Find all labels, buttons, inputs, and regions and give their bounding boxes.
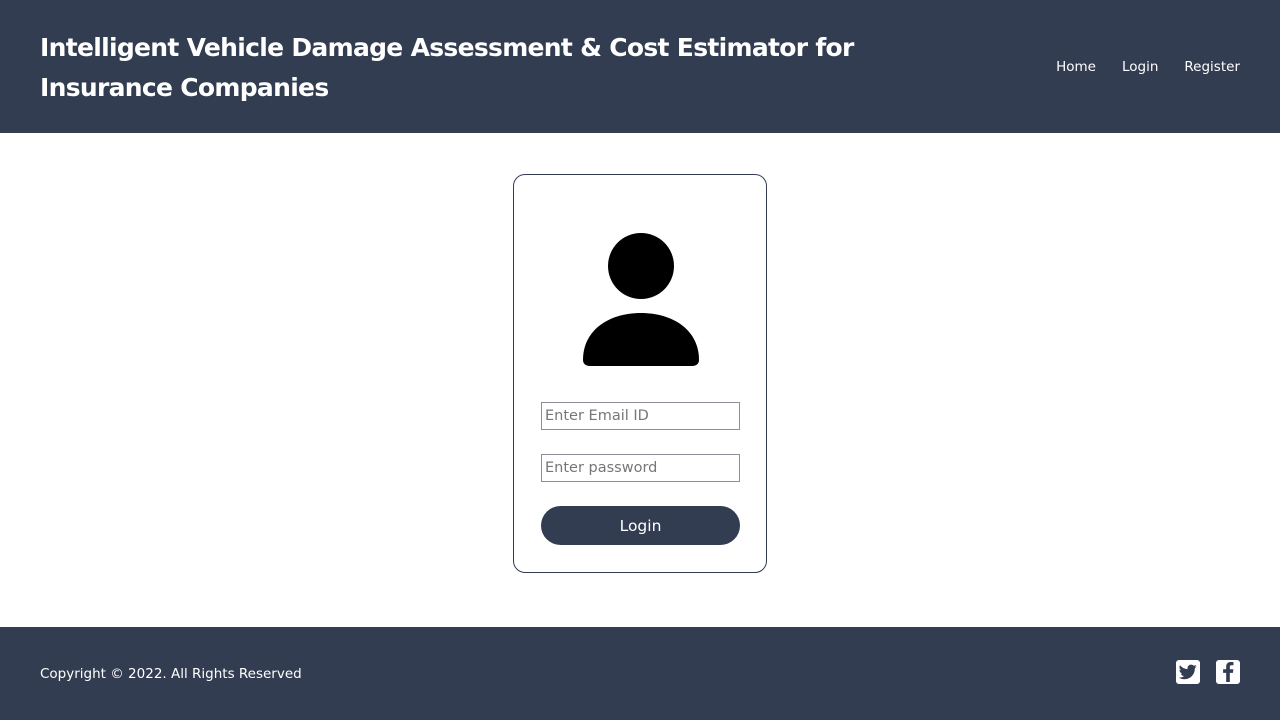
login-card: Login [513,174,767,573]
copyright-text: Copyright © 2022. All Rights Reserved [40,666,302,682]
facebook-icon[interactable] [1216,660,1240,684]
social-links [1176,660,1240,684]
main-nav: Home Login Register [1056,57,1240,77]
nav-link-register[interactable]: Register [1184,57,1240,77]
user-icon [582,232,700,366]
site-footer: Copyright © 2022. All Rights Reserved [0,627,1280,720]
nav-link-login[interactable]: Login [1122,57,1158,77]
login-button[interactable]: Login [541,506,740,545]
twitter-icon[interactable] [1176,660,1200,684]
site-header: Intelligent Vehicle Damage Assessment & … [0,0,1280,133]
password-input[interactable] [541,454,740,482]
email-input[interactable] [541,402,740,430]
nav-link-home[interactable]: Home [1056,57,1096,77]
site-title: Intelligent Vehicle Damage Assessment & … [40,33,854,102]
